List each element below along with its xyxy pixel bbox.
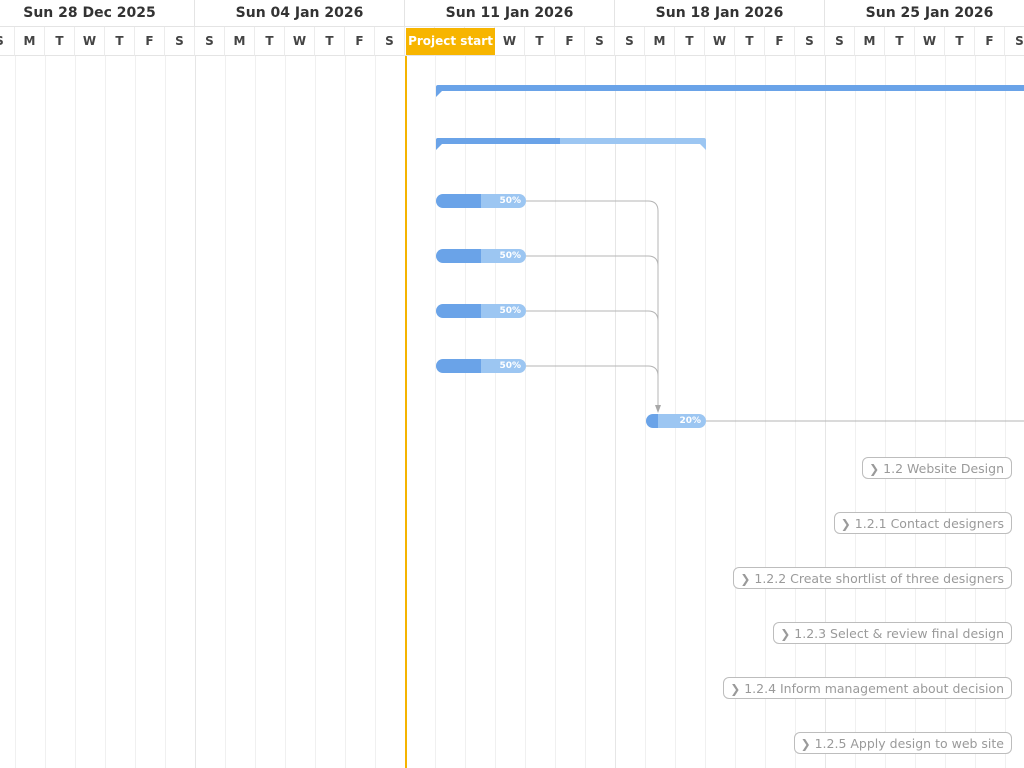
day-header: T [675,27,705,56]
task-label-tag[interactable]: ❯ 1.2.4 Inform management about decision [723,677,1012,699]
day-header: M [855,27,885,56]
task-bar[interactable]: 50% [436,249,526,263]
day-header: F [135,27,165,56]
project-start-flag[interactable]: Project start [406,28,495,55]
day-header: W [915,27,945,56]
task-bar[interactable]: 50% [436,359,526,373]
task-label-tag[interactable]: ❯ 1.2 Website Design [862,457,1012,479]
day-header: S [195,27,225,56]
gantt-chart: Sun 28 Dec 2025 Sun 04 Jan 2026 Sun 11 J… [0,0,1024,768]
day-header: F [975,27,1005,56]
summary-bar-tip [436,144,442,150]
week-header: Sun 18 Jan 2026 [615,0,825,27]
timeline-header: Sun 28 Dec 2025 Sun 04 Jan 2026 Sun 11 J… [0,0,1024,56]
summary-bar[interactable] [436,85,1024,97]
task-progress [436,249,481,263]
day-header: T [735,27,765,56]
day-header: W [285,27,315,56]
summary-bar-tip [436,91,442,97]
chevron-right-icon: ❯ [780,627,791,641]
day-header: S [615,27,645,56]
day-header: T [945,27,975,56]
chevron-right-icon: ❯ [730,682,741,696]
task-label-tag[interactable]: ❯ 1.2.5 Apply design to web site [793,732,1012,754]
task-label-text: 1.2 Website Design [883,461,1004,476]
task-bar[interactable]: 50% [436,304,526,318]
week-header: Sun 04 Jan 2026 [195,0,405,27]
task-label-text: 1.2.4 Inform management about decision [744,681,1004,696]
task-label-text: 1.2.3 Select & review final design [794,626,1004,641]
chevron-right-icon: ❯ [740,572,751,586]
day-header: T [105,27,135,56]
week-header: Sun 11 Jan 2026 [405,0,615,27]
task-percent: 20% [679,416,701,426]
day-header: W [75,27,105,56]
task-progress [436,304,481,318]
day-header: S [0,27,15,56]
task-label-tag[interactable]: ❯ 1.2.1 Contact designers [833,512,1012,534]
day-header: W [705,27,735,56]
task-percent: 50% [499,361,521,371]
day-header: S [1005,27,1024,56]
task-percent: 50% [499,251,521,261]
chevron-right-icon: ❯ [800,737,811,751]
task-percent: 50% [499,196,521,206]
day-header: F [555,27,585,56]
task-percent: 50% [499,306,521,316]
week-header: Sun 28 Dec 2025 [0,0,195,27]
day-header: T [315,27,345,56]
task-label-text: 1.2.5 Apply design to web site [814,736,1004,751]
day-header: S [585,27,615,56]
day-header: M [15,27,45,56]
day-header: T [45,27,75,56]
summary-progress [436,138,560,144]
week-header: Sun 25 Jan 2026 [825,0,1024,27]
task-progress [646,414,658,428]
task-label-tag[interactable]: ❯ 1.2.2 Create shortlist of three designe… [733,567,1012,589]
project-start-line [405,56,407,768]
day-header: S [165,27,195,56]
day-header: F [345,27,375,56]
summary-bar-tip [700,144,706,150]
day-header: M [645,27,675,56]
chevron-right-icon: ❯ [869,462,880,476]
day-header: S [825,27,855,56]
day-header: W [495,27,525,56]
task-progress [436,194,481,208]
summary-bar[interactable] [436,138,706,150]
chevron-right-icon: ❯ [840,517,851,531]
task-progress [436,359,481,373]
task-bar[interactable]: 20% [646,414,706,428]
task-label-text: 1.2.2 Create shortlist of three designer… [754,571,1004,586]
task-bars: 50% 50% 50% 50% 20% ❯ 1.2 Website Design … [0,0,1024,768]
day-header: F [765,27,795,56]
day-header: M [225,27,255,56]
day-header: S [795,27,825,56]
day-header: S [375,27,405,56]
task-label-tag[interactable]: ❯ 1.2.3 Select & review final design [773,622,1012,644]
day-header: T [525,27,555,56]
task-label-text: 1.2.1 Contact designers [854,516,1004,531]
day-header: T [255,27,285,56]
day-header: T [885,27,915,56]
task-bar[interactable]: 50% [436,194,526,208]
